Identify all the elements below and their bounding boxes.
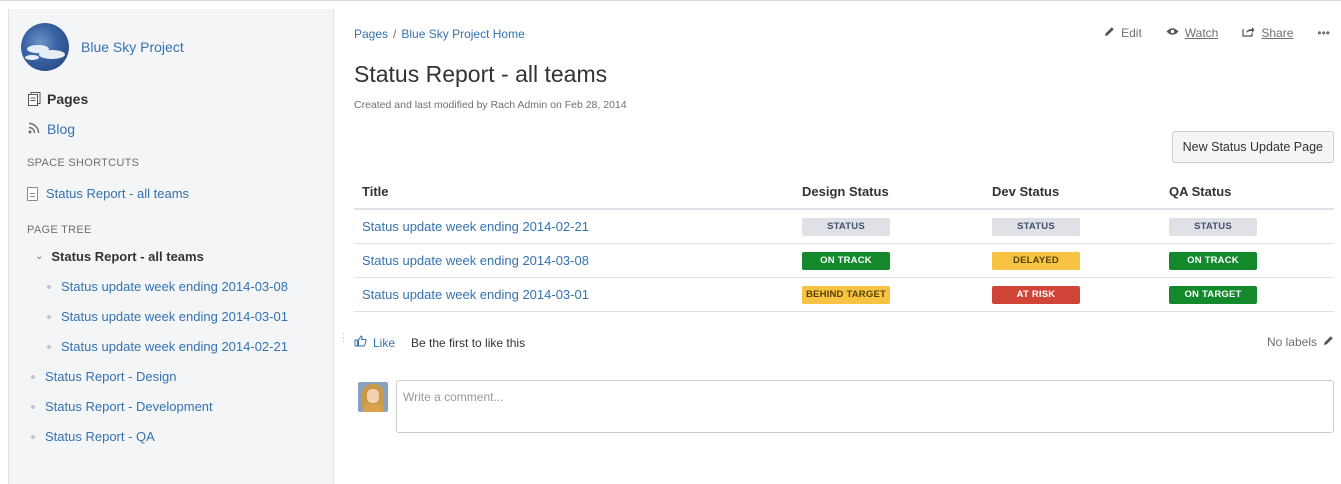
tree-item-sibling[interactable]: Status Report - Development — [31, 399, 213, 414]
status-page-link[interactable]: Status update week ending 2014-03-01 — [362, 287, 589, 302]
status-lozenge: DELAYED — [992, 251, 1080, 270]
thumbs-up-icon — [354, 335, 367, 350]
breadcrumb-pages-link[interactable]: Pages — [354, 27, 388, 41]
column-header-title: Title — [354, 175, 794, 210]
status-lozenge: BEHIND TARGET — [802, 285, 890, 304]
new-status-update-page-button[interactable]: New Status Update Page — [1171, 131, 1334, 163]
tree-item-child[interactable]: Status update week ending 2014-03-01 — [47, 309, 288, 324]
tree-item-sibling[interactable]: Status Report - QA — [31, 429, 155, 444]
breadcrumb-separator: / — [393, 27, 397, 41]
page-title: Status Report - all teams — [354, 61, 608, 87]
page-actions: Edit Watch Share ••• — [1080, 26, 1330, 40]
share-icon — [1242, 26, 1255, 40]
edit-button[interactable]: Edit — [1104, 26, 1142, 40]
sidebar-item-label: Pages — [47, 91, 89, 107]
bullet-icon — [31, 404, 35, 409]
status-lozenge: AT RISK — [992, 285, 1080, 304]
breadcrumb-parent-link[interactable]: Blue Sky Project Home — [401, 27, 524, 41]
page-byline: Created and last modified by Rach Admin … — [354, 99, 627, 111]
chevron-down-icon[interactable]: ⌄ — [35, 251, 43, 262]
confluence-page: Blue Sky Project Pages Blog SPACE SHORTC… — [0, 0, 1341, 484]
sidebar-item-label: Blog — [47, 121, 76, 137]
status-lozenge: ON TRACK — [802, 251, 890, 270]
space-sidebar: Blue Sky Project Pages Blog SPACE SHORTC… — [8, 9, 334, 484]
tree-item-label: Status update week ending 2014-02-21 — [61, 339, 288, 354]
status-lozenge: ON TRACK — [1169, 251, 1257, 270]
status-table: Title Design Status Dev Status QA Status… — [354, 175, 1334, 312]
bullet-icon — [47, 314, 51, 319]
like-button[interactable]: Like — [354, 335, 395, 350]
page-tree-heading: PAGE TREE — [27, 224, 92, 236]
space-logo[interactable] — [21, 23, 69, 71]
like-summary: Be the first to like this — [411, 335, 526, 350]
table-row: Status update week ending 2014-03-08 ON … — [354, 243, 1334, 278]
labels-section: No labels — [1267, 335, 1334, 349]
sidebar-item-blog[interactable]: Blog — [27, 121, 75, 137]
column-header-qa-status: QA Status — [1161, 175, 1334, 210]
tree-item-label: Status update week ending 2014-03-01 — [61, 309, 288, 324]
tree-item-child[interactable]: Status update week ending 2014-02-21 — [47, 339, 288, 354]
shortcut-status-report[interactable]: Status Report - all teams — [27, 186, 189, 201]
document-icon — [27, 186, 38, 201]
space-header[interactable]: Blue Sky Project — [21, 23, 184, 71]
space-shortcuts-heading: SPACE SHORTCUTS — [27, 157, 140, 169]
bullet-icon — [47, 344, 51, 349]
share-button[interactable]: Share — [1242, 26, 1293, 40]
status-lozenge: STATUS — [992, 217, 1080, 236]
shortcut-label: Status Report - all teams — [46, 186, 190, 201]
tree-item-label: Status Report - QA — [45, 429, 155, 444]
avatar[interactable] — [358, 382, 388, 412]
watch-label: Watch — [1184, 26, 1219, 40]
eye-icon — [1166, 27, 1179, 39]
tree-item-label: Status update week ending 2014-03-08 — [61, 279, 288, 294]
table-row: Status update week ending 2014-03-01 BEH… — [354, 277, 1334, 312]
tree-item-label: Status Report - all teams — [51, 249, 204, 264]
status-lozenge: ON TARGET — [1169, 285, 1257, 304]
more-actions-button[interactable]: ••• — [1317, 26, 1330, 40]
status-page-link[interactable]: Status update week ending 2014-03-08 — [362, 253, 589, 268]
more-icon: ••• — [1317, 26, 1330, 40]
bullet-icon — [47, 284, 51, 289]
bullet-icon — [31, 374, 35, 379]
sidebar-resize-handle[interactable]: ⋮ — [338, 331, 349, 344]
table-header-row: Title Design Status Dev Status QA Status — [354, 175, 1334, 210]
no-labels-text: No labels — [1266, 335, 1317, 349]
breadcrumb: Pages / Blue Sky Project Home — [354, 27, 525, 41]
tree-item-label: Status Report - Design — [45, 369, 177, 384]
sidebar-item-pages[interactable]: Pages — [27, 91, 88, 107]
pencil-icon — [1104, 26, 1115, 40]
tree-item-sibling[interactable]: Status Report - Design — [31, 369, 177, 384]
space-name-link[interactable]: Blue Sky Project — [81, 39, 184, 55]
comment-input[interactable]: Write a comment... — [396, 380, 1334, 433]
rss-icon — [27, 122, 41, 136]
share-label: Share — [1261, 26, 1294, 40]
tree-item-root[interactable]: ⌄ Status Report - all teams — [35, 249, 204, 264]
status-lozenge: STATUS — [1169, 217, 1257, 236]
table-row: Status update week ending 2014-02-21 STA… — [354, 209, 1334, 244]
column-header-dev-status: Dev Status — [984, 175, 1161, 210]
watch-button[interactable]: Watch — [1166, 26, 1219, 40]
status-lozenge: STATUS — [802, 217, 890, 236]
edit-label: Edit — [1121, 26, 1142, 40]
pages-icon — [27, 92, 41, 106]
tree-item-child[interactable]: Status update week ending 2014-03-08 — [47, 279, 288, 294]
edit-labels-pencil-icon[interactable] — [1323, 335, 1334, 349]
status-page-link[interactable]: Status update week ending 2014-02-21 — [362, 219, 589, 234]
tree-item-label: Status Report - Development — [45, 399, 213, 414]
like-row: Like Be the first to like this No labels — [354, 335, 1334, 350]
column-header-design-status: Design Status — [794, 175, 984, 210]
like-label: Like — [373, 335, 396, 350]
bullet-icon — [31, 434, 35, 439]
